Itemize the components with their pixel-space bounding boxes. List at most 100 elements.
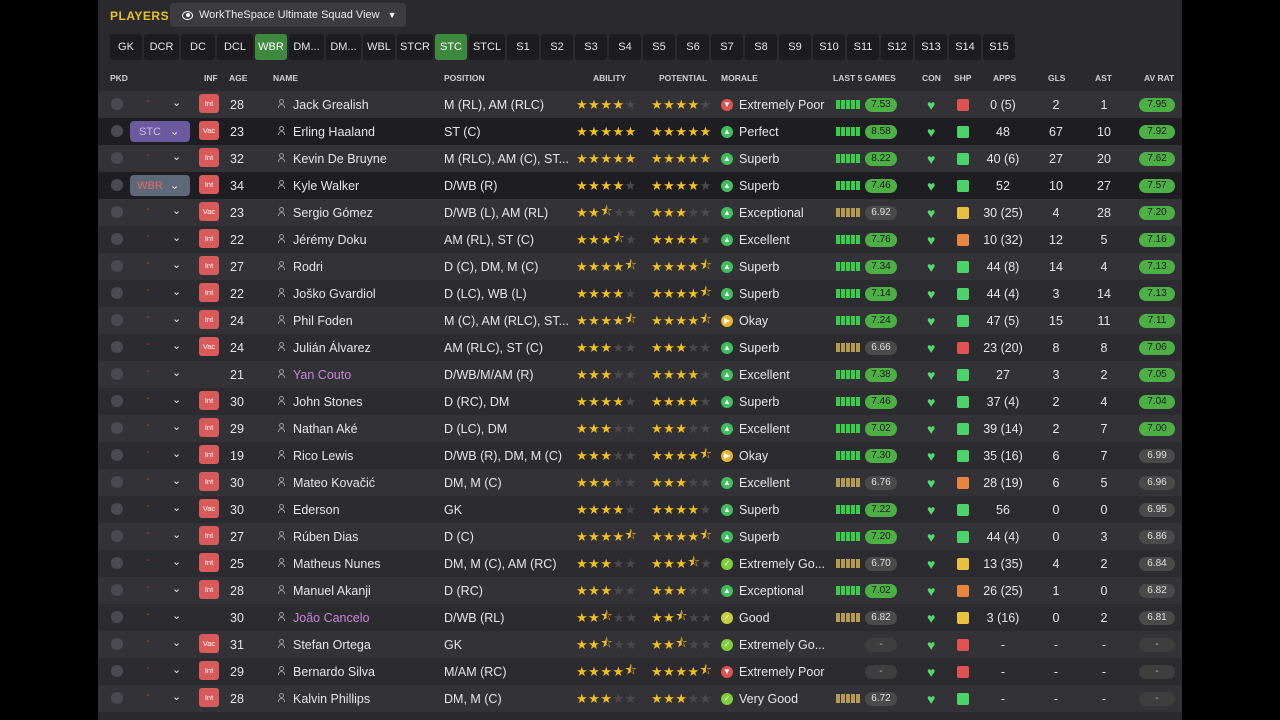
table-row[interactable]: - ⌄ Int 22 Joško Gvardiol D (LC), WB (L) ★ ★ ★ ★ ★…	[98, 280, 1182, 307]
pick-position-select[interactable]: WBR ⌄	[130, 175, 190, 196]
pkd-check-icon[interactable]	[111, 611, 123, 623]
table-row[interactable]: - ⌄ Int 29 Nathan Aké D (LC), DM ★ ★ ★ ★ ★ ★ ★ ★ ★ ★ ▲ Ex…	[98, 415, 1182, 442]
player-name[interactable]: John Stones	[293, 388, 363, 415]
col-apps[interactable]: APPS	[993, 73, 1016, 83]
chevron-down-icon[interactable]: ⌄	[172, 501, 181, 514]
chevron-down-icon[interactable]: ⌄	[172, 663, 181, 676]
pkd-check-icon[interactable]	[111, 449, 123, 461]
player-name[interactable]: Kyle Walker	[293, 172, 359, 199]
col-morale[interactable]: MORALE	[721, 73, 758, 83]
position-tab[interactable]: S14	[949, 34, 981, 60]
col-ability[interactable]: ABILITY	[593, 73, 626, 83]
position-tab[interactable]: S6	[677, 34, 709, 60]
table-row[interactable]: - ⌄ Vac 23 Sergio Gómez D/WB (L), AM (RL) ★ ★ ⯪ ★…	[98, 199, 1182, 226]
chevron-down-icon[interactable]: ⌄	[172, 204, 181, 217]
table-row[interactable]: - ⌄ Int 25 Matheus Nunes DM, M (C), AM (RC) ★ ★…	[98, 550, 1182, 577]
position-tab[interactable]: DM...	[289, 34, 324, 60]
table-row[interactable]: - ⌄ Int 32 Kevin De Bruyne M (RLC), AM (C), S…	[98, 145, 1182, 172]
player-name[interactable]: Rúben Dias	[293, 523, 358, 550]
pkd-check-icon[interactable]	[111, 503, 123, 515]
chevron-down-icon[interactable]: ⌄	[172, 231, 181, 244]
position-tab[interactable]: S2	[541, 34, 573, 60]
player-name[interactable]: Rodri	[293, 253, 323, 280]
position-tab[interactable]: WBR	[255, 34, 287, 60]
position-tab[interactable]: S5	[643, 34, 675, 60]
table-row[interactable]: - ⌄ Int 28 Manuel Akanji D (RC) ★ ★ ★ ★ ★ ★ ★ ★ ★ ★ ▲ Exc…	[98, 577, 1182, 604]
chevron-down-icon[interactable]: ⌄	[172, 528, 181, 541]
table-row[interactable]: STC ⌄ Vac 23 Erling Haaland ST (C) ★ ★ ★ ★ ★ ★ ★ ★ ★ ★ ▲…	[98, 118, 1182, 145]
player-name[interactable]: Yan Couto	[293, 361, 351, 388]
view-selector[interactable]: WorkTheSpace Ultimate Squad View ▼	[170, 3, 406, 27]
position-tab[interactable]: S15	[983, 34, 1015, 60]
pkd-check-icon[interactable]	[111, 98, 123, 110]
position-tab[interactable]: S13	[915, 34, 947, 60]
chevron-down-icon[interactable]: ⌄	[172, 339, 181, 352]
chevron-down-icon[interactable]: ⌄	[172, 312, 181, 325]
col-shp[interactable]: SHP	[954, 73, 971, 83]
player-name[interactable]: Rico Lewis	[293, 442, 353, 469]
position-tab[interactable]: S10	[813, 34, 845, 60]
pkd-check-icon[interactable]	[111, 530, 123, 542]
position-tab[interactable]: WBL	[363, 34, 395, 60]
table-row[interactable]: - ⌄ Int 28 Jack Grealish M (RL), AM (RLC) ★ ★ ★ ★…	[98, 91, 1182, 118]
player-name[interactable]: Bernardo Silva	[293, 658, 375, 685]
pkd-check-icon[interactable]	[111, 287, 123, 299]
chevron-down-icon[interactable]: ⌄	[172, 636, 181, 649]
position-tab[interactable]: DM...	[326, 34, 361, 60]
position-tab[interactable]: GK	[110, 34, 142, 60]
chevron-down-icon[interactable]: ⌄	[172, 609, 181, 622]
pkd-check-icon[interactable]	[111, 206, 123, 218]
col-name[interactable]: NAME	[273, 73, 298, 83]
table-row[interactable]: - ⌄ Int 27 Rodri D (C), DM, M (C) ★ ★ ★ ★ ⯪ ★ ★ ★ ★ ⯪ ▲ S…	[98, 253, 1182, 280]
pkd-check-icon[interactable]	[111, 638, 123, 650]
position-tab[interactable]: DC	[181, 34, 215, 60]
player-name[interactable]: Jérémy Doku	[293, 226, 367, 253]
pick-position-select[interactable]: STC ⌄	[130, 121, 190, 142]
table-row[interactable]: - ⌄ Int 29 Bernardo Silva M/AM (RC) ★ ★ ★ ★ ⯪ ★ ★ ★ ★ ⯪…	[98, 658, 1182, 685]
player-name[interactable]: Ederson	[293, 496, 340, 523]
pkd-check-icon[interactable]	[111, 125, 123, 137]
position-tab[interactable]: S11	[847, 34, 879, 60]
table-row[interactable]: - ⌄ Int 30 John Stones D (RC), DM ★ ★ ★ ★ ★ ★ ★ ★ ★ ★ ▲ S…	[98, 388, 1182, 415]
pkd-check-icon[interactable]	[111, 557, 123, 569]
col-potential[interactable]: POTENTIAL	[659, 73, 707, 83]
pkd-check-icon[interactable]	[111, 260, 123, 272]
chevron-down-icon[interactable]: ⌄	[172, 96, 181, 109]
chevron-down-icon[interactable]: ⌄	[172, 393, 181, 406]
chevron-down-icon[interactable]: ⌄	[172, 447, 181, 460]
chevron-down-icon[interactable]: ⌄	[172, 366, 181, 379]
pkd-check-icon[interactable]	[111, 152, 123, 164]
position-tab[interactable]: S8	[745, 34, 777, 60]
table-row[interactable]: - ⌄ Int 28 Kalvin Phillips DM, M (C) ★ ★ ★ ★ ★ ★ ★ ★ ★…	[98, 685, 1182, 712]
table-row[interactable]: WBR ⌄ Int 34 Kyle Walker D/WB (R) ★ ★ ★ ★ ★ ★ ★ ★ ★ ★ ▲ S…	[98, 172, 1182, 199]
position-tab[interactable]: STC	[435, 34, 467, 60]
table-row[interactable]: - ⌄ 30 João Cancelo D/WB (RL) ★ ★ ⯪ ★ ★ ★ ★ ⯪ ★ ★ ✓ Good…	[98, 604, 1182, 631]
table-row[interactable]: - ⌄ Int 24 Phil Foden M (C), AM (RLC), ST... ★…	[98, 307, 1182, 334]
chevron-down-icon[interactable]: ⌄	[172, 474, 181, 487]
player-name[interactable]: Matheus Nunes	[293, 550, 381, 577]
col-last5[interactable]: LAST 5 GAMES	[833, 73, 896, 83]
chevron-down-icon[interactable]: ⌄	[172, 285, 181, 298]
table-row[interactable]: - ⌄ Int 27 Rúben Dias D (C) ★ ★ ★ ★ ⯪ ★ ★ ★ ★ ⯪ ▲ Superb 7…	[98, 523, 1182, 550]
col-gls[interactable]: GLS	[1048, 73, 1065, 83]
table-row[interactable]: - ⌄ Int 19 Rico Lewis D/WB (R), DM, M (C) ★ ★ ★ ★…	[98, 442, 1182, 469]
table-row[interactable]: - ⌄ Vac 31 Stefan Ortega GK ★ ★ ⯪ ★ ★ ★ ★ ⯪ ★ ★ ✓ Extreme…	[98, 631, 1182, 658]
pkd-check-icon[interactable]	[111, 665, 123, 677]
col-pkd[interactable]: PKD	[110, 73, 128, 83]
player-name[interactable]: Mateo Kovačić	[293, 469, 375, 496]
player-name[interactable]: Joško Gvardiol	[293, 280, 376, 307]
position-tab[interactable]: DCR	[144, 34, 179, 60]
position-tab[interactable]: S7	[711, 34, 743, 60]
pkd-check-icon[interactable]	[111, 692, 123, 704]
pkd-check-icon[interactable]	[111, 476, 123, 488]
chevron-down-icon[interactable]: ⌄	[172, 258, 181, 271]
pkd-check-icon[interactable]	[111, 422, 123, 434]
player-name[interactable]: Julián Álvarez	[293, 334, 371, 361]
player-name[interactable]: Manuel Akanji	[293, 577, 371, 604]
player-name[interactable]: Sergio Gómez	[293, 199, 373, 226]
table-row[interactable]: - ⌄ Vac 30 Ederson GK ★ ★ ★ ★ ★ ★ ★ ★ ★ ★ ▲ Superb 7.22 ♥ 56…	[98, 496, 1182, 523]
position-tab[interactable]: S12	[881, 34, 913, 60]
col-con[interactable]: CON	[922, 73, 941, 83]
position-tab[interactable]: DCL	[217, 34, 253, 60]
pkd-check-icon[interactable]	[111, 179, 123, 191]
